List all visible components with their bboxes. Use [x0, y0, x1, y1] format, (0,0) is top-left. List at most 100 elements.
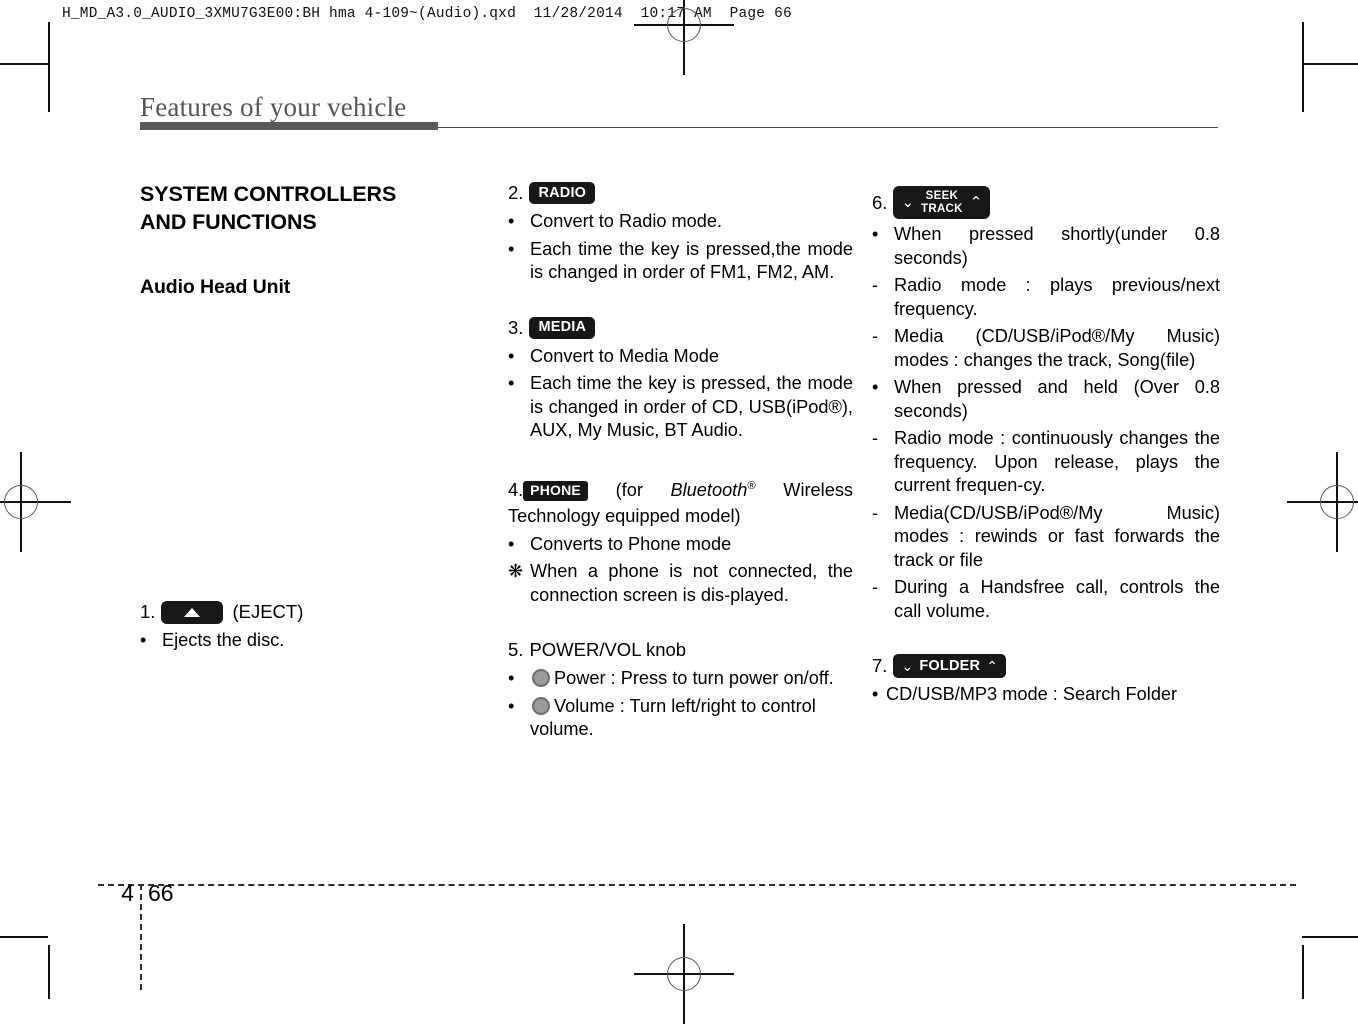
chevron-down-icon: ⌄	[901, 658, 914, 674]
chevron-up-icon: ⌃	[969, 194, 983, 211]
crop-mark-top-left-vertical	[48, 22, 50, 112]
running-head-rule-thin	[438, 127, 1218, 129]
item-5-bullet-1: • Power : Press to turn power on/off.	[508, 667, 853, 691]
crop-mark-bottom-right-vertical	[1302, 945, 1304, 999]
item-6-bullet-6: - Media(CD/USB/iPod®/My Music) modes : r…	[872, 502, 1220, 573]
section-title: SYSTEM CONTROLLERS AND FUNCTIONS	[140, 180, 470, 236]
item-4-bullet-2: ❋ When a phone is not connected, the con…	[508, 560, 853, 607]
item-6-heading: 6. ⌄ SEEK TRACK ⌃	[872, 186, 1220, 219]
footer-dashed-rule-horizontal	[98, 884, 1296, 886]
bullet-marker: •	[508, 373, 515, 393]
bullet-text: During a Handsfree call, controls the ca…	[894, 577, 1220, 621]
bullet-text: Convert to Media Mode	[530, 345, 720, 366]
radio-key-badge[interactable]: RADIO	[529, 182, 596, 204]
item-6-bullet-1: • When pressed shortly(under 0.8 seconds…	[872, 223, 1220, 270]
bullet-text: Media(CD/USB/iPod®/My Music) modes : rew…	[894, 502, 1220, 570]
item-5-heading: 5. POWER/VOL knob	[508, 637, 853, 663]
dash-marker: -	[872, 275, 879, 295]
registration-mark-top	[634, 0, 734, 75]
registration-circle	[667, 957, 701, 991]
item-1-label: (EJECT)	[232, 601, 304, 622]
bullet-text: Radio mode : continuously changes the fr…	[894, 428, 1220, 495]
registration-mark-bottom	[634, 924, 734, 1024]
item-5-number: 5.	[508, 639, 524, 661]
item-4-bullet-1: • Converts to Phone mode	[508, 533, 853, 557]
bullet-text: Each time the key is pressed,the mode is…	[530, 238, 853, 283]
bluetooth-wordmark: Bluetooth	[670, 479, 748, 500]
section-title-line-2: AND FUNCTIONS	[140, 210, 317, 234]
chapter-number: 4	[121, 880, 134, 906]
item-2-bullet-1: • Convert to Radio mode.	[508, 210, 853, 234]
bullet-marker: •	[872, 224, 879, 244]
crop-mark-bottom-right-horizontal	[1302, 936, 1358, 938]
dash-marker: -	[872, 577, 879, 597]
bullet-marker: •	[508, 695, 515, 716]
folder-label: FOLDER	[919, 658, 981, 674]
item-6-bullet-4: • When pressed and held (Over 0.8 second…	[872, 376, 1220, 423]
item-5-bullet-2: • Volume : Turn left/right to control vo…	[508, 695, 853, 742]
column-middle: 2. RADIO • Convert to Radio mode. • Each…	[508, 180, 853, 742]
bullet-text: CD/USB/MP3 mode : Search Folder	[886, 684, 1178, 704]
crop-mark-bottom-left-horizontal	[0, 936, 48, 938]
item-6-bullet-5: - Radio mode : continuously changes the …	[872, 427, 1220, 498]
bullet-marker: •	[508, 345, 515, 366]
phone-key-badge[interactable]: PHONE	[523, 480, 588, 501]
bullet-text: Radio mode : plays previous/next frequen…	[894, 275, 1220, 319]
crop-mark-top-left-horizontal	[0, 63, 48, 65]
item-1-bullet-1: • Ejects the disc.	[140, 629, 470, 653]
bullet-marker: •	[872, 377, 879, 397]
item-7-heading: 7. ⌄ FOLDER ⌃	[872, 653, 1220, 679]
bullet-text: When pressed and held (Over 0.8 seconds)	[894, 377, 1220, 421]
bullet-text: Each time the key is pressed, the mode i…	[530, 373, 853, 440]
item-6-number: 6.	[872, 191, 888, 213]
media-key-badge[interactable]: MEDIA	[529, 316, 596, 339]
footer-dashed-rule-vertical	[140, 884, 142, 990]
bullet-text: Ejects the disc.	[162, 630, 285, 650]
seek-track-label: SEEK TRACK	[921, 190, 963, 215]
item-3-bullet-2: • Each time the key is pressed, the mode…	[508, 372, 853, 443]
page-running-head: Features of your vehicle	[140, 92, 407, 122]
bullet-text: Media (CD/USB/iPod®/My Music) modes : ch…	[894, 326, 1220, 370]
bullet-marker: •	[508, 533, 515, 554]
bullet-marker: •	[508, 238, 515, 259]
item-6-bullet-2: - Radio mode : plays previous/next frequ…	[872, 274, 1220, 321]
page-number: 66	[148, 880, 174, 906]
registration-mark-left	[0, 452, 71, 552]
item-6-bullet-7: - During a Handsfree call, controls the …	[872, 576, 1220, 623]
item-1-number: 1.	[140, 601, 156, 622]
bullet-text: Converts to Phone mode	[530, 533, 732, 554]
item-2-heading: 2. RADIO	[508, 180, 853, 206]
column-left: SYSTEM CONTROLLERS AND FUNCTIONS Audio H…	[140, 180, 470, 653]
chevron-down-icon: ⌄	[901, 194, 915, 211]
item-6-bullet-3: - Media (CD/USB/iPod®/My Music) modes : …	[872, 325, 1220, 372]
eject-key-badge[interactable]	[161, 600, 224, 624]
item-1-heading: 1. (EJECT)	[140, 599, 470, 625]
bullet-text: When pressed shortly(under 0.8 seconds)	[894, 224, 1220, 268]
knob-icon[interactable]	[532, 669, 550, 688]
bullet-text: Volume : Turn left/right to control volu…	[530, 695, 816, 740]
item-7-number: 7.	[872, 655, 888, 676]
registration-mark-right	[1287, 452, 1358, 552]
bullet-text: Convert to Radio mode.	[530, 211, 723, 231]
folder-key-badge[interactable]: ⌄ FOLDER ⌃	[893, 654, 1007, 678]
note-text: When a phone is not connected, the conne…	[530, 561, 853, 605]
eject-triangle-icon	[184, 607, 201, 617]
bullet-marker: •	[508, 668, 515, 689]
dash-marker: -	[872, 502, 879, 523]
column-right: 6. ⌄ SEEK TRACK ⌃ • When pressed shortly…	[872, 186, 1220, 707]
qualifier-prefix: (for	[615, 479, 671, 500]
illustration-placeholder	[140, 299, 470, 599]
registration-circle	[1320, 485, 1354, 519]
knob-icon[interactable]	[532, 696, 550, 715]
item-3-bullet-1: • Convert to Media Mode	[508, 345, 853, 369]
section-title-line-1: SYSTEM CONTROLLERS	[140, 182, 397, 206]
registered-mark: ®	[747, 479, 756, 492]
chevron-up-icon: ⌃	[986, 658, 999, 674]
bullet-marker: •	[872, 684, 879, 704]
crop-mark-top-right-vertical	[1302, 22, 1304, 112]
seek-label: SEEK	[925, 190, 959, 202]
seek-track-key-badge[interactable]: ⌄ SEEK TRACK ⌃	[893, 186, 991, 219]
track-label: TRACK	[921, 202, 963, 215]
